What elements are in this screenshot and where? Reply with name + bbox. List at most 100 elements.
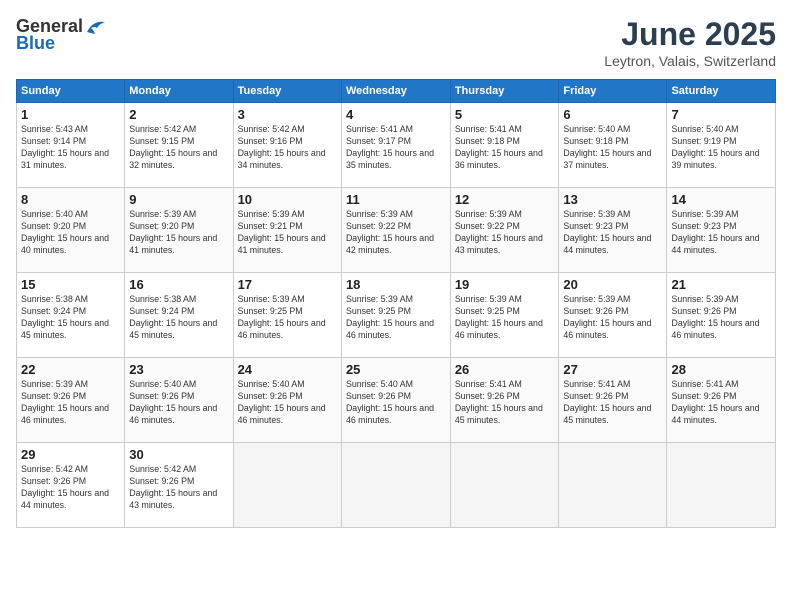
- day-info: Sunrise: 5:39 AMSunset: 9:22 PMDaylight:…: [455, 209, 555, 257]
- day-info: Sunrise: 5:39 AMSunset: 9:22 PMDaylight:…: [346, 209, 446, 257]
- day-number: 16: [129, 277, 228, 292]
- logo-blue: Blue: [16, 33, 55, 54]
- day-number: 28: [671, 362, 771, 377]
- calendar-cell: [667, 443, 776, 528]
- day-number: 5: [455, 107, 555, 122]
- calendar-cell: 26 Sunrise: 5:41 AMSunset: 9:26 PMDayligh…: [450, 358, 559, 443]
- calendar-cell: 3 Sunrise: 5:42 AMSunset: 9:16 PMDaylight…: [233, 103, 341, 188]
- day-number: 25: [346, 362, 446, 377]
- day-number: 18: [346, 277, 446, 292]
- calendar-cell: [559, 443, 667, 528]
- day-info: Sunrise: 5:38 AMSunset: 9:24 PMDaylight:…: [21, 294, 120, 342]
- col-header-tuesday: Tuesday: [233, 80, 341, 103]
- day-info: Sunrise: 5:41 AMSunset: 9:26 PMDaylight:…: [455, 379, 555, 427]
- day-number: 10: [238, 192, 337, 207]
- calendar-cell: 7Sunrise: 5:40 AMSunset: 9:19 PMDaylight…: [667, 103, 776, 188]
- col-header-sunday: Sunday: [17, 80, 125, 103]
- day-info: Sunrise: 5:40 AMSunset: 9:26 PMDaylight:…: [238, 379, 337, 427]
- day-number: 14: [671, 192, 771, 207]
- calendar-week-3: 15Sunrise: 5:38 AMSunset: 9:24 PMDayligh…: [17, 273, 776, 358]
- calendar-header-row: SundayMondayTuesdayWednesdayThursdayFrid…: [17, 80, 776, 103]
- col-header-monday: Monday: [125, 80, 233, 103]
- calendar-cell: [450, 443, 559, 528]
- calendar-cell: 24 Sunrise: 5:40 AMSunset: 9:26 PMDayligh…: [233, 358, 341, 443]
- day-info: Sunrise: 5:39 AMSunset: 9:20 PMDaylight:…: [129, 209, 228, 257]
- calendar-cell: [341, 443, 450, 528]
- calendar-cell: 4Sunrise: 5:41 AMSunset: 9:17 PMDaylight…: [341, 103, 450, 188]
- day-info: Sunrise: 5:39 AMSunset: 9:21 PMDaylight:…: [238, 209, 337, 257]
- calendar-cell: 25 Sunrise: 5:40 AMSunset: 9:26 PMDayligh…: [341, 358, 450, 443]
- calendar-cell: 19 Sunrise: 5:39 AMSunset: 9:25 PMDayligh…: [450, 273, 559, 358]
- day-info: Sunrise: 5:39 AMSunset: 9:25 PMDaylight:…: [346, 294, 446, 342]
- calendar-cell: 8Sunrise: 5:40 AMSunset: 9:20 PMDaylight…: [17, 188, 125, 273]
- col-header-saturday: Saturday: [667, 80, 776, 103]
- page: General Blue June 2025 Leytron, Valais, …: [0, 0, 792, 612]
- day-number: 3: [238, 107, 337, 122]
- day-number: 6: [563, 107, 662, 122]
- day-info: Sunrise: 5:40 AMSunset: 9:26 PMDaylight:…: [129, 379, 228, 427]
- day-number: 1: [21, 107, 120, 122]
- day-number: 29: [21, 447, 120, 462]
- day-number: 11: [346, 192, 446, 207]
- day-number: 26: [455, 362, 555, 377]
- calendar-cell: 27 Sunrise: 5:41 AMSunset: 9:26 PMDayligh…: [559, 358, 667, 443]
- calendar-week-4: 22 Sunrise: 5:39 AMSunset: 9:26 PMDayligh…: [17, 358, 776, 443]
- day-number: 9: [129, 192, 228, 207]
- day-info: Sunrise: 5:39 AMSunset: 9:26 PMDaylight:…: [563, 294, 662, 342]
- day-info: Sunrise: 5:41 AMSunset: 9:26 PMDaylight:…: [563, 379, 662, 427]
- calendar-cell: 20 Sunrise: 5:39 AMSunset: 9:26 PMDayligh…: [559, 273, 667, 358]
- day-info: Sunrise: 5:40 AMSunset: 9:26 PMDaylight:…: [346, 379, 446, 427]
- logo-bird-icon: [85, 18, 107, 36]
- day-number: 22: [21, 362, 120, 377]
- calendar-week-2: 8Sunrise: 5:40 AMSunset: 9:20 PMDaylight…: [17, 188, 776, 273]
- day-number: 19: [455, 277, 555, 292]
- day-number: 17: [238, 277, 337, 292]
- calendar-cell: 9 Sunrise: 5:39 AMSunset: 9:20 PMDaylight…: [125, 188, 233, 273]
- header: General Blue June 2025 Leytron, Valais, …: [16, 16, 776, 69]
- title-section: June 2025 Leytron, Valais, Switzerland: [604, 16, 776, 69]
- calendar-cell: 1 Sunrise: 5:43 AMSunset: 9:14 PMDaylight…: [17, 103, 125, 188]
- day-info: Sunrise: 5:42 AMSunset: 9:26 PMDaylight:…: [129, 464, 228, 512]
- day-info: Sunrise: 5:42 AMSunset: 9:26 PMDaylight:…: [21, 464, 120, 512]
- calendar-cell: 17Sunrise: 5:39 AMSunset: 9:25 PMDayligh…: [233, 273, 341, 358]
- calendar-cell: [233, 443, 341, 528]
- day-info: Sunrise: 5:38 AMSunset: 9:24 PMDaylight:…: [129, 294, 228, 342]
- calendar-cell: 16 Sunrise: 5:38 AMSunset: 9:24 PMDayligh…: [125, 273, 233, 358]
- day-info: Sunrise: 5:39 AMSunset: 9:23 PMDaylight:…: [671, 209, 771, 257]
- day-number: 2: [129, 107, 228, 122]
- day-info: Sunrise: 5:39 AMSunset: 9:25 PMDaylight:…: [455, 294, 555, 342]
- location: Leytron, Valais, Switzerland: [604, 53, 776, 69]
- calendar-cell: 5 Sunrise: 5:41 AMSunset: 9:18 PMDaylight…: [450, 103, 559, 188]
- day-number: 12: [455, 192, 555, 207]
- calendar-cell: 15Sunrise: 5:38 AMSunset: 9:24 PMDayligh…: [17, 273, 125, 358]
- day-number: 27: [563, 362, 662, 377]
- day-number: 30: [129, 447, 228, 462]
- calendar-cell: 12 Sunrise: 5:39 AMSunset: 9:22 PMDayligh…: [450, 188, 559, 273]
- calendar-table: SundayMondayTuesdayWednesdayThursdayFrid…: [16, 79, 776, 528]
- day-info: Sunrise: 5:42 AMSunset: 9:16 PMDaylight:…: [238, 124, 337, 172]
- day-info: Sunrise: 5:39 AMSunset: 9:23 PMDaylight:…: [563, 209, 662, 257]
- day-number: 8: [21, 192, 120, 207]
- calendar-cell: 13Sunrise: 5:39 AMSunset: 9:23 PMDayligh…: [559, 188, 667, 273]
- calendar-cell: 23Sunrise: 5:40 AMSunset: 9:26 PMDayligh…: [125, 358, 233, 443]
- day-number: 21: [671, 277, 771, 292]
- calendar-cell: 21Sunrise: 5:39 AMSunset: 9:26 PMDayligh…: [667, 273, 776, 358]
- calendar-cell: 11 Sunrise: 5:39 AMSunset: 9:22 PMDayligh…: [341, 188, 450, 273]
- logo: General Blue: [16, 16, 107, 54]
- calendar-week-5: 29 Sunrise: 5:42 AMSunset: 9:26 PMDayligh…: [17, 443, 776, 528]
- day-info: Sunrise: 5:43 AMSunset: 9:14 PMDaylight:…: [21, 124, 120, 172]
- day-number: 24: [238, 362, 337, 377]
- calendar-cell: 2 Sunrise: 5:42 AMSunset: 9:15 PMDaylight…: [125, 103, 233, 188]
- calendar-cell: 14 Sunrise: 5:39 AMSunset: 9:23 PMDayligh…: [667, 188, 776, 273]
- day-info: Sunrise: 5:39 AMSunset: 9:26 PMDaylight:…: [21, 379, 120, 427]
- col-header-wednesday: Wednesday: [341, 80, 450, 103]
- calendar-week-1: 1 Sunrise: 5:43 AMSunset: 9:14 PMDaylight…: [17, 103, 776, 188]
- day-number: 20: [563, 277, 662, 292]
- day-info: Sunrise: 5:41 AMSunset: 9:26 PMDaylight:…: [671, 379, 771, 427]
- calendar-cell: 6 Sunrise: 5:40 AMSunset: 9:18 PMDaylight…: [559, 103, 667, 188]
- day-info: Sunrise: 5:42 AMSunset: 9:15 PMDaylight:…: [129, 124, 228, 172]
- calendar-cell: 28 Sunrise: 5:41 AMSunset: 9:26 PMDayligh…: [667, 358, 776, 443]
- day-info: Sunrise: 5:41 AMSunset: 9:18 PMDaylight:…: [455, 124, 555, 172]
- calendar-cell: 30 Sunrise: 5:42 AMSunset: 9:26 PMDayligh…: [125, 443, 233, 528]
- day-info: Sunrise: 5:40 AMSunset: 9:18 PMDaylight:…: [563, 124, 662, 172]
